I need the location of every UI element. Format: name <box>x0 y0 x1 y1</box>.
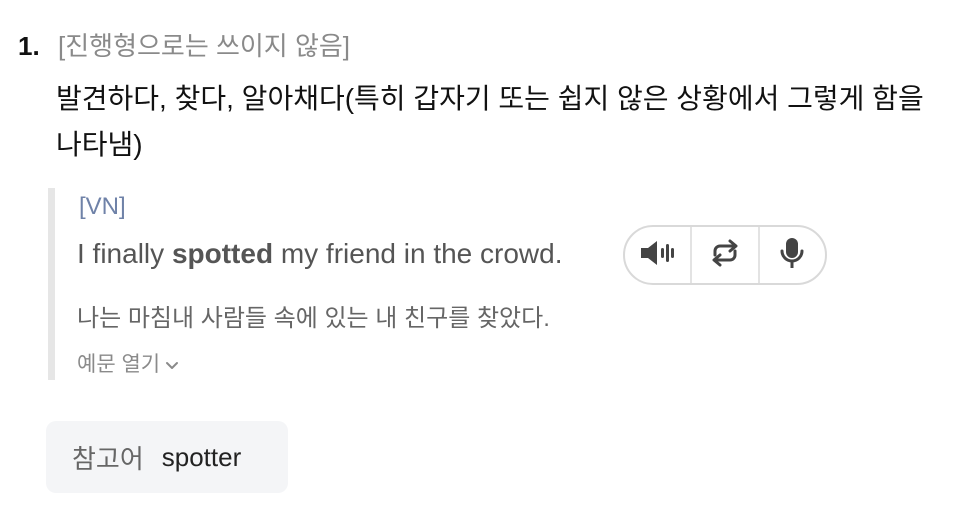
dictionary-sense: 1. [진행형으로는 쓰이지 않음] 발견하다, 찾다, 알아채다(특히 갑자기… <box>0 0 972 511</box>
example-sentence-start: I finally <box>77 238 172 269</box>
microphone-icon <box>778 236 806 275</box>
example-sentence-end: my friend in the crowd. <box>273 238 563 269</box>
reference-box: 참고어 spotter <box>46 421 288 493</box>
more-examples-label: 예문 열기 <box>77 353 161 376</box>
verb-pattern: [VN] <box>79 193 126 220</box>
repeat-icon <box>708 238 742 273</box>
example-sentence: I finally spotted my friend in the crowd… <box>77 236 563 272</box>
speaker-icon <box>638 238 678 273</box>
record-button[interactable] <box>757 227 825 283</box>
reference-label: 참고어 <box>72 443 144 474</box>
repeat-button[interactable] <box>690 227 757 283</box>
example-audio-controls <box>623 225 827 285</box>
example-translation: 나는 마침내 사람들 속에 있는 내 친구를 찾았다. <box>77 305 550 332</box>
reference-link[interactable]: spotter <box>162 442 242 473</box>
example-headword: spotted <box>171 238 274 269</box>
listen-button[interactable] <box>625 227 690 283</box>
sense-definition: 발견하다, 찾다, 알아채다(특히 갑자기 또는 쉽지 않은 상황에서 그렇게 … <box>56 83 924 160</box>
more-examples-toggle[interactable]: 예문 열기 <box>77 352 180 378</box>
chevron-down-icon <box>164 352 180 378</box>
example-block: [VN] I finally spotted my friend in the … <box>48 188 915 380</box>
usage-note: [진행형으로는 쓰이지 않음] <box>58 31 351 61</box>
sense-number: 1. <box>18 31 40 61</box>
